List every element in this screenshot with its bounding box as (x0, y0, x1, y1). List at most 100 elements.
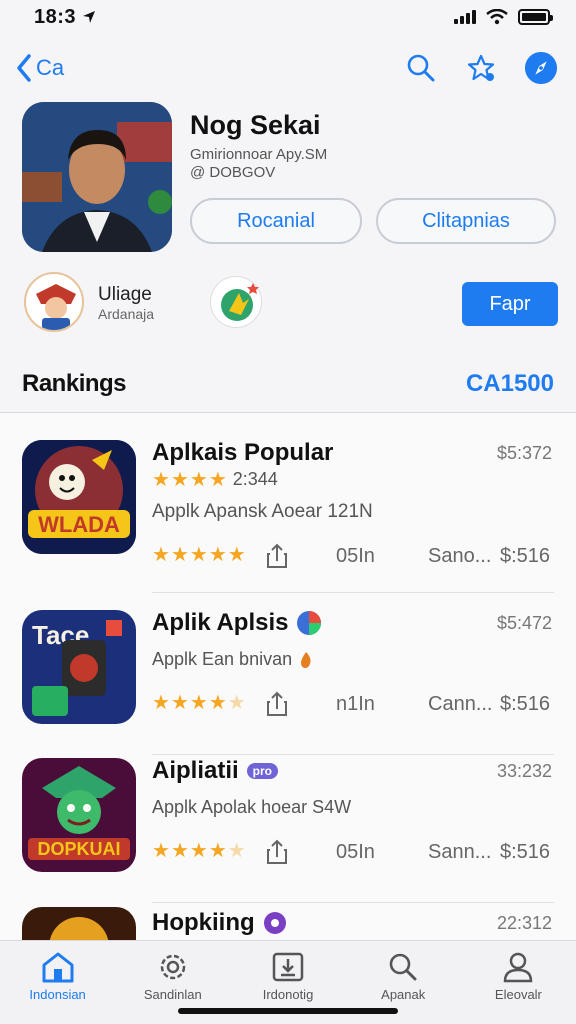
home-icon (42, 952, 74, 983)
tab-4[interactable]: Eleovalr (461, 941, 576, 1024)
app-badge: pro (246, 763, 279, 779)
developer-badge[interactable] (210, 276, 262, 328)
app-developer: Sann... (428, 841, 492, 863)
download-icon (272, 952, 304, 982)
home-indicator (178, 1008, 398, 1014)
rating-star: ★ (152, 544, 170, 566)
nav-bar: Ca (0, 44, 576, 92)
app-price-top: 22:312 (496, 913, 552, 933)
share-icon[interactable] (264, 543, 290, 569)
section-title: Rankings (22, 370, 127, 397)
app-price-top: $5:472 (496, 613, 552, 633)
app-rating-stars: ★ ★ ★ ★ ★ (152, 841, 246, 861)
app-subtitle: Applk Ean bnivan (152, 649, 293, 669)
app-title: Aipliatii (152, 757, 239, 784)
app-row-0[interactable]: WLADA Aplkais Popular $5:372 ★ ★ ★ ★ 2:344 … (0, 413, 576, 593)
tab-0[interactable]: Indonsian (0, 941, 115, 1024)
tab-label: Apanak (381, 987, 426, 1002)
rating-star: ★ (208, 544, 227, 566)
app-small-stars: ★ ★ ★ ★ (152, 468, 227, 491)
rating-star: ★ (170, 840, 189, 862)
fire-icon (301, 651, 311, 668)
profile-name: Nog Sekai (190, 110, 321, 140)
color-dot-icon (297, 611, 322, 635)
status-time: 18:3 (34, 5, 77, 28)
svg-text:DOPKUAI: DOPKUAI (37, 839, 120, 859)
tab-label: Irdonotig (262, 987, 314, 1002)
profile-subtitle: Gmirionnoar Apy.SM (190, 146, 328, 163)
profile-left-button[interactable]: Rocanial (190, 198, 362, 244)
search-icon (389, 953, 417, 981)
search-button[interactable] (404, 51, 438, 85)
profile-avatar (22, 102, 172, 252)
app-developer: Sano... (428, 545, 492, 567)
rating-star: ★ (170, 692, 189, 714)
app-price-top: $5:372 (496, 443, 552, 463)
app-row-2[interactable]: DOPKUAI Aipliatii pro 33:232 Applk Apola… (0, 731, 576, 903)
rating-star: ★ (189, 840, 208, 862)
app-price-top: 33:232 (496, 761, 552, 781)
app-subtitle: Applk Apolak hoear S4W (152, 797, 352, 817)
share-icon[interactable] (264, 691, 290, 717)
tab-label: Indonsian (29, 987, 86, 1002)
section-see-all-link[interactable]: CA1500 (466, 370, 554, 398)
rankings-header: Rankings CA1500 (22, 364, 554, 404)
developer-action-button[interactable]: Fapr (462, 282, 558, 326)
developer-name: Uliage (98, 284, 152, 305)
share-icon[interactable] (264, 839, 290, 865)
rating-star: ★ (208, 692, 227, 714)
app-price: $:516 (500, 841, 551, 863)
chevron-left-icon (17, 54, 31, 82)
app-size: n1In (336, 693, 375, 715)
cellular-signal-icon (454, 10, 476, 24)
status-bar: 18:3 (0, 0, 576, 34)
person-icon (504, 952, 533, 983)
app-row-1[interactable]: Tace Aplik Aplsis $5:472 Applk Ean bniva… (0, 583, 576, 755)
rating-star: ★ (208, 840, 227, 862)
profile-handle: @ DOBGOV (190, 164, 276, 181)
app-icon-1: Tace (22, 610, 136, 724)
favorite-button[interactable] (464, 51, 498, 85)
app-size: 05In (336, 841, 375, 863)
back-button[interactable]: Ca (16, 54, 64, 82)
app-rating-stars: ★ ★ ★ ★ ★ (152, 693, 246, 713)
compass-icon (524, 51, 558, 85)
wifi-icon (486, 9, 508, 25)
rating-star: ★ (227, 840, 246, 862)
app-title: Aplik Aplsis (152, 609, 289, 636)
tab-label: Sandinlan (143, 987, 202, 1002)
rating-star: ★ (152, 840, 170, 862)
app-icon-3 (22, 907, 136, 941)
profile-header: Nog Sekai Gmirionnoar Apy.SM @ DOBGOV Ro… (22, 102, 562, 252)
app-subtitle: Applk Apansk Aoear 121N (152, 501, 373, 522)
back-label: Ca (36, 55, 65, 80)
rating-star: ★ (227, 692, 246, 714)
purple-badge-icon (263, 912, 286, 934)
app-price: $:516 (500, 545, 551, 567)
app-list: WLADA Aplkais Popular $5:372 ★ ★ ★ ★ 2:344 … (0, 413, 576, 941)
app-title: Aplkais Popular (152, 439, 334, 466)
app-price: $:516 (500, 693, 551, 715)
star-badge-icon (467, 54, 495, 81)
compass-button[interactable] (524, 51, 558, 85)
developer-subtitle: Ardanaja (98, 306, 155, 322)
app-row-3[interactable]: Hopkiing 22:312 (0, 879, 576, 941)
developer-logo[interactable] (24, 272, 84, 332)
rating-star: ★ (152, 692, 170, 714)
app-rating-stars: ★ ★ ★ ★ ★ (152, 545, 246, 565)
app-icon-0: WLADA (22, 440, 136, 554)
app-developer: Cann... (428, 693, 493, 715)
app-size: 05In (336, 545, 375, 567)
rating-star: ★ (170, 544, 189, 566)
search-icon (407, 54, 435, 82)
app-title: Hopkiing (152, 909, 255, 936)
settings-icon (160, 954, 186, 980)
tab-label: Eleovalr (494, 987, 542, 1002)
battery-icon (518, 9, 553, 25)
profile-right-button[interactable]: Clitapnias (376, 198, 556, 244)
app-icon-2: DOPKUAI (22, 758, 136, 872)
svg-text:WLADA: WLADA (38, 512, 120, 537)
rating-star: ★ (227, 544, 246, 566)
developer-row: Uliage Ardanaja Fapr (22, 270, 558, 334)
app-rating-count: 2:344 (232, 469, 278, 489)
